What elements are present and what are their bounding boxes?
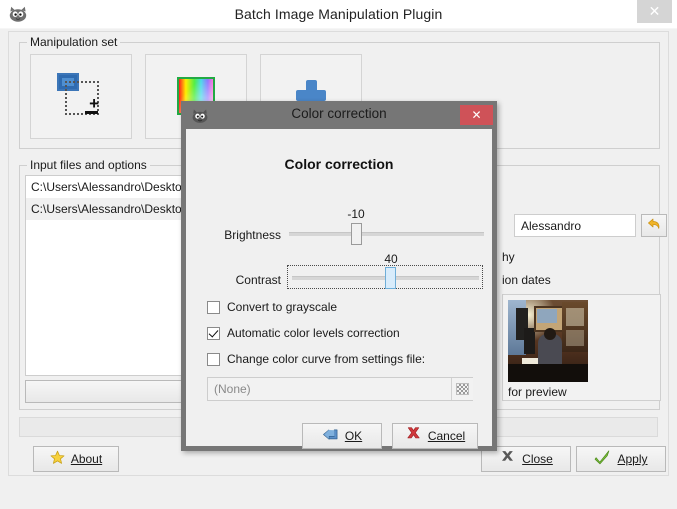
about-label: About: [70, 452, 103, 466]
star-icon: [50, 450, 65, 468]
gray-x-icon: [499, 449, 516, 469]
auto-color-levels-checkbox[interactable]: [207, 327, 220, 340]
preview-panel: for preview: [502, 294, 661, 401]
convert-grayscale-label: Convert to grayscale: [227, 300, 338, 314]
contrast-slider-thumb[interactable]: [385, 267, 396, 289]
undo-author-button[interactable]: [641, 214, 667, 237]
brightness-value: -10: [347, 207, 365, 221]
brightness-label: Brightness: [224, 228, 281, 242]
auto-color-levels-label: Automatic color levels correction: [227, 326, 400, 340]
preview-thumbnail: [508, 300, 588, 382]
window-title: Batch Image Manipulation Plugin: [234, 6, 443, 22]
dialog-heading: Color correction: [284, 156, 394, 172]
brightness-slider-track[interactable]: [289, 232, 484, 236]
author-value: Alessandro: [521, 219, 582, 233]
red-x-icon: [405, 426, 422, 446]
author-field[interactable]: Alessandro: [514, 214, 636, 237]
manipulation-set-title: Manipulation set: [27, 35, 121, 49]
ok-button[interactable]: OK: [302, 423, 382, 449]
resize-image-icon: +: [57, 73, 101, 117]
blue-enter-arrow-icon: [322, 427, 339, 445]
dialog-close-button[interactable]: ✕: [460, 105, 493, 125]
preview-caption: for preview: [508, 385, 567, 399]
input-files-title: Input files and options: [27, 158, 150, 172]
change-color-curve-checkbox[interactable]: [207, 353, 220, 366]
apply-button[interactable]: Apply: [576, 446, 666, 472]
close-label: Close: [522, 452, 553, 466]
window-close-button[interactable]: ✕: [637, 0, 672, 23]
ok-label: OK: [344, 429, 363, 443]
convert-grayscale-checkbox[interactable]: [207, 301, 220, 314]
apply-label: Apply: [617, 452, 648, 466]
settings-file-value: (None): [214, 382, 251, 396]
cancel-button[interactable]: Cancel: [392, 423, 478, 449]
option-label-partial-2: ion dates: [502, 273, 551, 287]
settings-file-field[interactable]: (None): [207, 377, 473, 401]
settings-file-browse-button[interactable]: [451, 378, 473, 400]
brightness-slider-thumb[interactable]: [351, 223, 362, 245]
undo-arrow-icon: [646, 216, 662, 235]
contrast-label: Contrast: [235, 273, 281, 287]
dialog-body: Color correction Brightness -10 Contrast…: [186, 129, 492, 449]
cancel-label: Cancel: [427, 429, 466, 443]
dialog-title: Color correction: [291, 106, 387, 121]
change-color-curve-label: Change color curve from settings file:: [227, 352, 426, 366]
dialog-titlebar: Color correction ✕: [181, 101, 497, 129]
color-correction-dialog: Color correction ✕ Color correction Brig…: [181, 101, 497, 451]
green-check-icon: [594, 449, 611, 469]
browse-grid-icon: [456, 383, 469, 395]
application-window: Batch Image Manipulation Plugin ✕ Manipu…: [0, 0, 677, 509]
option-label-partial-1: hy: [502, 250, 515, 264]
contrast-value: 40: [384, 252, 398, 266]
about-button[interactable]: About: [33, 446, 119, 472]
manipulation-tile-resize[interactable]: +: [30, 54, 132, 139]
main-titlebar: Batch Image Manipulation Plugin ✕: [0, 0, 677, 29]
